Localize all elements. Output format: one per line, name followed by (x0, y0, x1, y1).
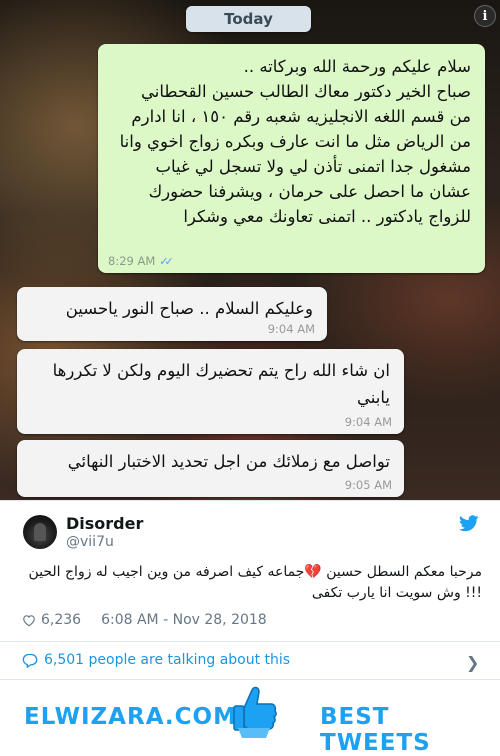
message-time: 9:05 AM (344, 478, 392, 492)
user-name[interactable]: Disorder (66, 514, 143, 533)
incoming-message: وعليكم السلام .. صباح النور ياحسين 9:04 … (17, 287, 327, 341)
incoming-message: ان شاء الله راح يتم تحضيرك اليوم ولكن لا… (17, 349, 404, 434)
message-time: 8:29 AM (108, 254, 156, 268)
incoming-message: تواصل مع زملائك من اجل تحديد الاختبار ال… (17, 440, 404, 497)
incoming-message-text: وعليكم السلام .. صباح النور ياحسين (65, 299, 313, 318)
message-meta: 8:29 AM ✓✓ (108, 254, 174, 268)
tweet-stats: 6,236 6:08 AM - Nov 28, 2018 (22, 612, 267, 628)
conversation-link[interactable]: 6,501 people are talking about this (22, 652, 290, 668)
message-time: 9:04 AM (344, 415, 392, 429)
talking-count: 6,501 people are talking about this (44, 652, 291, 668)
avatar[interactable] (23, 515, 57, 549)
twitter-bird-icon[interactable] (459, 515, 479, 532)
best-tweets-label: BEST TWEETS (320, 704, 431, 756)
tweet-text: مرحبا معكم السطل حسين 💔جماعه كيف اصرفه م… (28, 564, 483, 601)
read-ticks-icon: ✓✓ (159, 254, 174, 268)
divider (0, 641, 500, 642)
outgoing-message-text: سلام عليكم ورحمة الله وبركاته .. صباح ال… (119, 57, 471, 226)
user-handle[interactable]: @vii7u (66, 534, 114, 550)
outgoing-message: سلام عليكم ورحمة الله وبركاته .. صباح ال… (98, 44, 485, 273)
heart-icon[interactable] (22, 614, 36, 627)
site-brand[interactable]: ELWIZARA.COM (24, 704, 237, 730)
chevron-right-icon[interactable]: ❯ (466, 653, 479, 672)
like-count: 6,236 (41, 612, 82, 628)
date-badge: Today (186, 6, 311, 32)
chat-screenshot: Today i سلام عليكم ورحمة الله وبركاته ..… (0, 0, 500, 500)
thumbs-up-icon (233, 686, 277, 738)
incoming-message-text: تواصل مع زملائك من اجل تحديد الاختبار ال… (67, 452, 390, 471)
message-time: 9:04 AM (267, 322, 315, 336)
tweet-timestamp[interactable]: 6:08 AM - Nov 28, 2018 (101, 612, 267, 628)
reply-bubble-icon (22, 653, 38, 668)
incoming-message-text: ان شاء الله راح يتم تحضيرك اليوم ولكن لا… (52, 361, 390, 407)
info-icon[interactable]: i (474, 5, 496, 27)
